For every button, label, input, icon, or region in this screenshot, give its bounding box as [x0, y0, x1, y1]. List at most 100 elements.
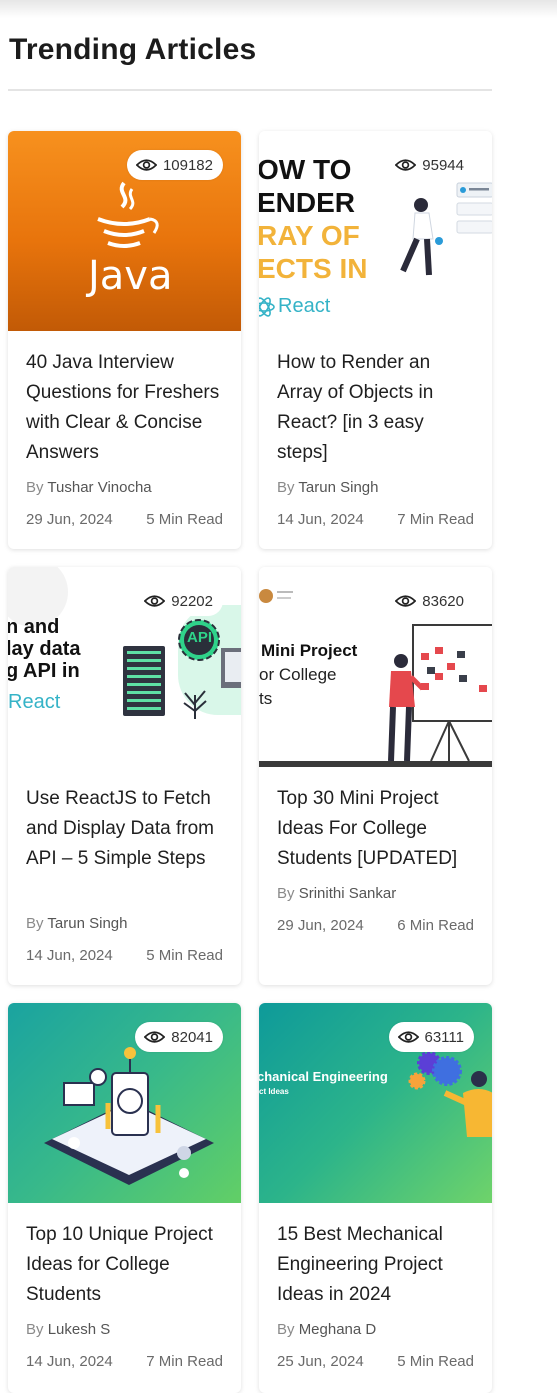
publish-date: 29 Jun, 2024: [26, 511, 113, 528]
author-name[interactable]: Tarun Singh: [47, 915, 127, 932]
author-name[interactable]: Srinithi Sankar: [299, 885, 397, 902]
article-card[interactable]: 82041 Top 10 Unique Project Ideas for Co…: [8, 1003, 241, 1393]
view-count: 63111: [424, 1028, 465, 1046]
author-name[interactable]: Meghana D: [299, 1321, 377, 1338]
react-brand-text: React: [8, 691, 61, 713]
java-logo-text: Java: [88, 253, 173, 299]
article-author: By Tushar Vinocha: [26, 479, 152, 496]
by-label: By: [277, 479, 295, 496]
react-logo-icon: [259, 297, 275, 317]
view-count: 109182: [162, 156, 213, 174]
eye-icon: [144, 595, 166, 607]
author-name[interactable]: Lukesh S: [48, 1321, 111, 1338]
top-shadow: [0, 0, 557, 18]
thumb-headline-line: ECTS IN: [259, 253, 368, 284]
floor-line: [259, 761, 492, 767]
view-count-badge: 83620: [386, 586, 474, 616]
read-time: 7 Min Read: [397, 511, 474, 528]
article-card[interactable]: Mini Project or College ts 83620 Top 30 …: [259, 567, 492, 985]
thumb-headline-line: RAY OF: [259, 220, 360, 251]
article-author: By Lukesh S: [26, 1321, 110, 1338]
thumb-headline-line: lay data: [8, 638, 81, 660]
view-count-badge: 109182: [126, 150, 223, 180]
monitor-icon: [221, 648, 241, 688]
whiteboard-illustration-icon: [412, 624, 492, 763]
thumb-headline-line: n and: [8, 616, 60, 638]
view-count: 83620: [422, 592, 464, 610]
by-label: By: [277, 885, 295, 902]
article-title[interactable]: 15 Best Mechanical Engineering Project I…: [277, 1220, 477, 1310]
thumb-headline-line: ENDER: [259, 187, 356, 218]
section-title: Trending Articles: [9, 33, 257, 66]
view-count-badge: 95944: [386, 150, 474, 180]
api-badge-text: API: [187, 629, 213, 646]
ui-panel-illustration-icon: [456, 182, 492, 234]
view-count-badge: 82041: [135, 1022, 223, 1052]
article-title[interactable]: 40 Java Interview Questions for Freshers…: [26, 348, 226, 468]
read-time: 7 Min Read: [146, 1353, 223, 1370]
by-label: By: [26, 479, 44, 496]
article-author: By Tarun Singh: [277, 479, 378, 496]
site-logo-icon: [259, 589, 273, 603]
by-label: By: [26, 915, 44, 932]
eye-icon: [397, 1031, 419, 1043]
read-time: 5 Min Read: [397, 1353, 474, 1370]
by-label: By: [26, 1321, 44, 1338]
article-card[interactable]: Java 109182 40 Java Interview Questions …: [8, 131, 241, 549]
publish-date: 14 Jun, 2024: [26, 1353, 113, 1370]
plant-icon: [183, 690, 207, 719]
person-illustration-icon: [400, 198, 443, 276]
article-title[interactable]: Top 30 Mini Project Ideas For College St…: [277, 784, 477, 874]
person-illustration-icon: [443, 1071, 492, 1137]
article-title[interactable]: Use ReactJS to Fetch and Display Data fr…: [26, 784, 226, 874]
article-title[interactable]: Top 10 Unique Project Ideas for College …: [26, 1220, 226, 1310]
thumb-headline-line: OW TO: [259, 154, 352, 185]
article-thumbnail[interactable]: Java 109182: [8, 131, 241, 331]
view-count: 82041: [171, 1028, 213, 1046]
article-thumbnail[interactable]: chanical Engineering ct Ideas 63111: [259, 1003, 492, 1203]
article-thumbnail[interactable]: n and lay data g API in React API 92202: [8, 567, 241, 767]
view-count: 95944: [422, 156, 464, 174]
eye-icon: [144, 1031, 166, 1043]
view-count-badge: 92202: [135, 586, 223, 616]
publish-date: 25 Jun, 2024: [277, 1353, 364, 1370]
thumb-headline-line: ts: [259, 689, 273, 708]
thumb-headline-line: chanical Engineering: [259, 1069, 388, 1084]
publish-date: 14 Jun, 2024: [277, 511, 364, 528]
thumb-headline-line: or College: [259, 665, 337, 684]
article-thumbnail[interactable]: 82041: [8, 1003, 241, 1203]
logo-caption: [277, 591, 293, 593]
article-author: By Tarun Singh: [26, 915, 127, 932]
server-rack-icon: [123, 646, 165, 716]
publish-date: 14 Jun, 2024: [26, 947, 113, 964]
article-card[interactable]: chanical Engineering ct Ideas 63111 15 B…: [259, 1003, 492, 1393]
thumb-headline-line: g API in: [8, 660, 80, 682]
article-card[interactable]: OW TO ENDER RAY OF ECTS IN React 95944 H…: [259, 131, 492, 549]
author-name[interactable]: Tushar Vinocha: [47, 479, 151, 496]
author-name[interactable]: Tarun Singh: [298, 479, 378, 496]
article-author: By Srinithi Sankar: [277, 885, 396, 902]
view-count-badge: 63111: [388, 1022, 474, 1052]
isometric-platform-illustration-icon: [44, 1047, 214, 1185]
article-title[interactable]: How to Render an Array of Objects in Rea…: [277, 348, 477, 468]
java-cup-icon: [97, 181, 159, 248]
eye-icon: [395, 595, 417, 607]
thumb-headline-line: ct Ideas: [259, 1087, 289, 1096]
read-time: 5 Min Read: [146, 511, 223, 528]
read-time: 5 Min Read: [146, 947, 223, 964]
article-thumbnail[interactable]: OW TO ENDER RAY OF ECTS IN React 95944: [259, 131, 492, 331]
title-divider: [8, 89, 492, 91]
view-count: 92202: [171, 592, 213, 610]
eye-icon: [395, 159, 417, 171]
by-label: By: [277, 1321, 295, 1338]
article-card[interactable]: n and lay data g API in React API 92202 …: [8, 567, 241, 985]
article-author: By Meghana D: [277, 1321, 376, 1338]
logo-caption: [277, 597, 291, 599]
read-time: 6 Min Read: [397, 917, 474, 934]
article-thumbnail[interactable]: Mini Project or College ts 83620: [259, 567, 492, 767]
presenter-illustration-icon: [388, 654, 421, 762]
thumb-headline-line: Mini Project: [261, 641, 358, 660]
publish-date: 29 Jun, 2024: [277, 917, 364, 934]
eye-icon: [135, 159, 157, 171]
react-brand-text: React: [278, 295, 331, 317]
